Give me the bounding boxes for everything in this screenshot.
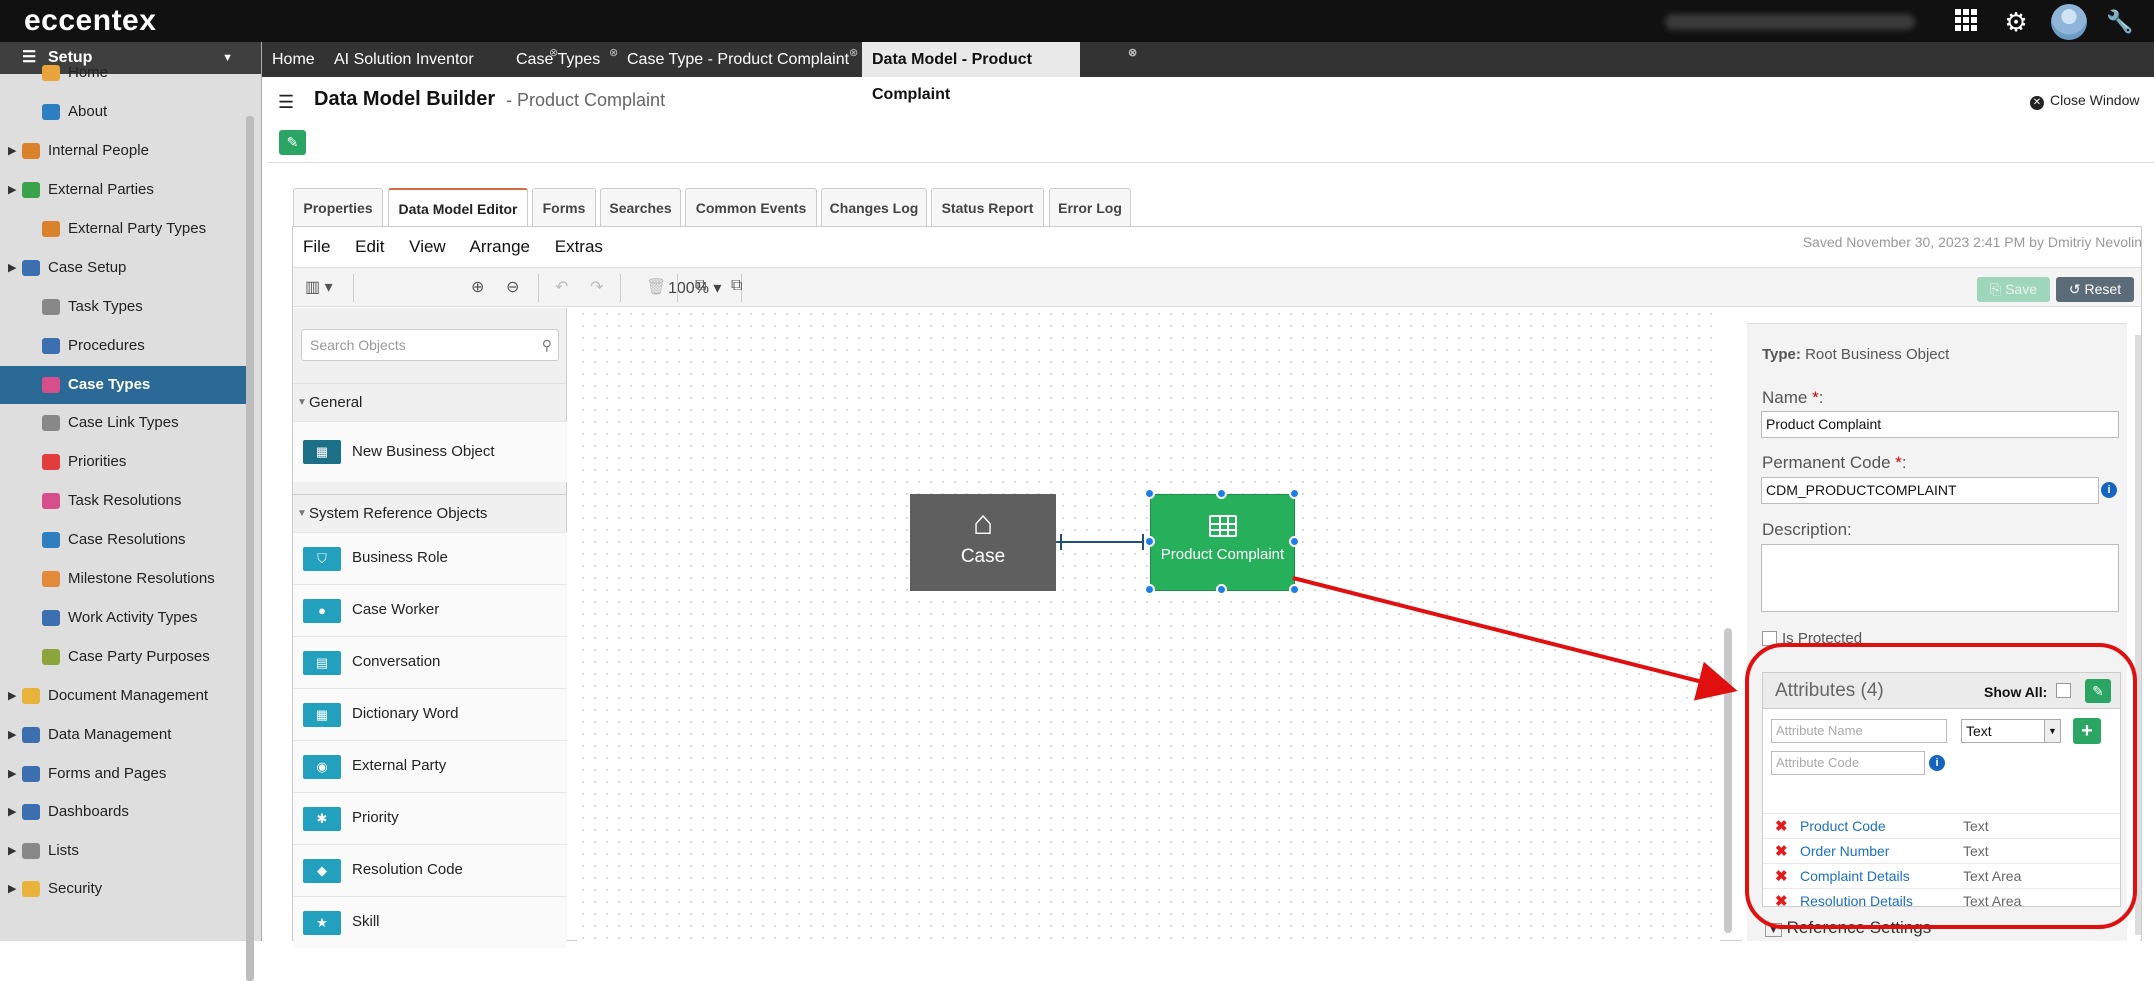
name-label-text: Name [1762, 388, 1808, 407]
table-icon [1208, 515, 1237, 537]
info-icon[interactable]: i [2101, 482, 2117, 498]
resize-handle[interactable] [1289, 584, 1300, 595]
resize-handle[interactable] [1289, 536, 1300, 547]
node-label: Product Complaint [1160, 546, 1285, 563]
name-field[interactable]: Product Complaint [1761, 411, 2119, 438]
permanent-code-field[interactable]: CDM_PRODUCTCOMPLAINT [1761, 477, 2099, 504]
resize-handle[interactable] [1144, 584, 1155, 595]
resize-handle[interactable] [1216, 584, 1227, 595]
name-label: Name *: [1762, 388, 1824, 407]
resize-handle[interactable] [1216, 488, 1227, 499]
description-label: Description: [1762, 520, 1852, 539]
description-field[interactable] [1761, 544, 2119, 612]
code-label-text: Permanent Code [1762, 453, 1891, 472]
type-value: Root Business Object [1805, 346, 1950, 363]
type-label: Type: [1762, 346, 1801, 363]
resize-handle[interactable] [1144, 536, 1155, 547]
node-product-complaint[interactable]: Product Complaint [1150, 494, 1295, 591]
code-label: Permanent Code *: [1762, 453, 1907, 472]
resize-handle[interactable] [1144, 488, 1155, 499]
node-label: Case [960, 546, 1006, 567]
type-info: Type: Root Business Object [1762, 346, 1949, 363]
node-case[interactable]: ⌂ Case [910, 494, 1056, 591]
required-marker: * [1895, 453, 1902, 472]
annotation-highlight [1745, 643, 2137, 929]
required-marker: * [1812, 388, 1819, 407]
name-value: Product Complaint [1766, 416, 1882, 432]
resize-handle[interactable] [1289, 488, 1300, 499]
home-icon: ⌂ [972, 504, 994, 542]
code-value: CDM_PRODUCTCOMPLAINT [1766, 482, 1957, 498]
